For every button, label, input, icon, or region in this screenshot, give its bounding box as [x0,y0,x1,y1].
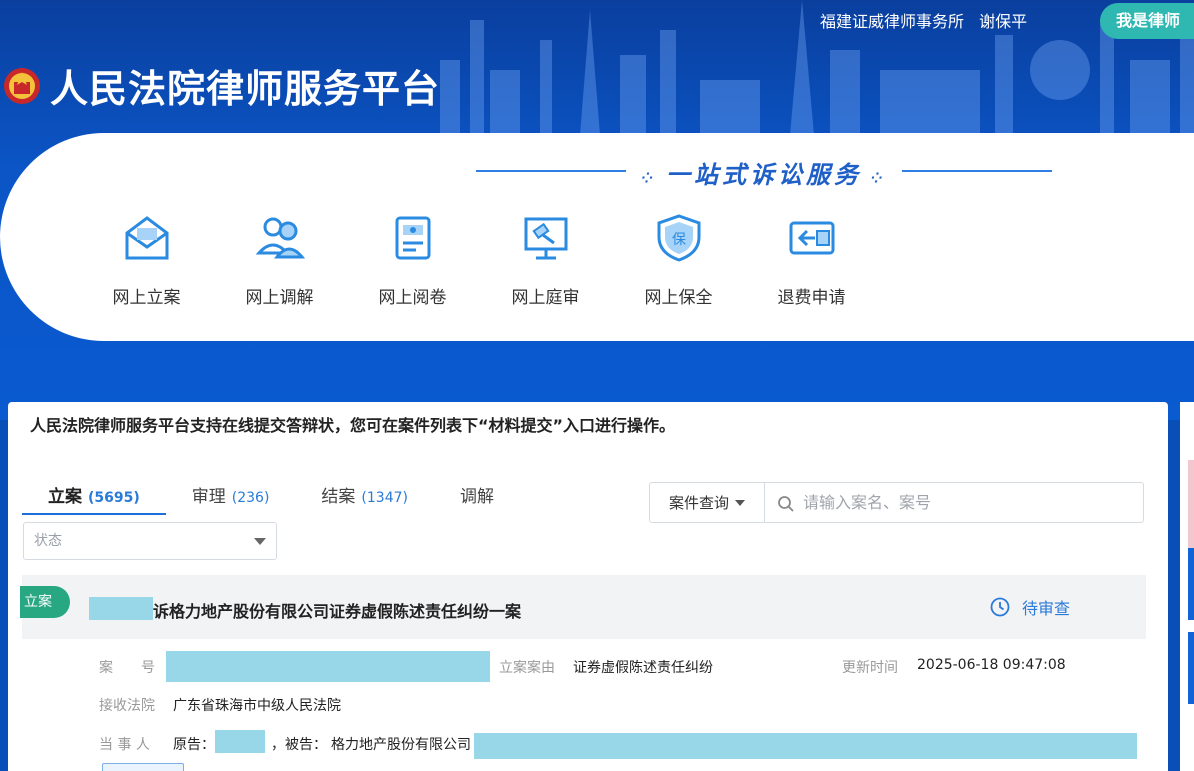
service-label: 网上阅卷 [378,288,447,308]
case-cause-label: 立案案由 [499,660,555,676]
redacted-defendants [474,733,1137,759]
tab-closed[interactable]: 结案 (1347) [295,482,434,512]
law-firm-name: 福建证威律师事务所 [820,12,965,31]
service-panel: ⁘ 一站式诉讼服务 ⁘ 网上立案 网上调解 网上阅卷 网上庭审 保 网上保全 退… [0,133,1194,341]
case-list-panel: 人民法院律师服务平台支持在线提交答辩状，您可在案件列表下“材料提交”入口进行操作… [8,402,1168,771]
service-online-file-review[interactable]: 网上阅卷 [346,213,479,308]
notice-text: 人民法院律师服务平台支持在线提交答辩状，您可在案件列表下“材料提交”入口进行操作… [30,416,676,435]
status-badge: 立案 [20,586,70,618]
tab-count: (5695) [88,490,140,506]
case-title[interactable]: 诉格力地产股份有限公司证券虚假陈述责任纠纷一案 [153,598,521,622]
service-online-filing[interactable]: 网上立案 [80,213,213,308]
case-review-status[interactable]: 待审查 [990,595,1070,619]
brand: 人民法院律师服务平台 [2,58,440,113]
page-title: 人民法院律师服务平台 [50,67,441,111]
service-online-preservation[interactable]: 保 网上保全 [612,213,745,308]
tab-label: 调解 [459,487,494,507]
case-status-label: 待审查 [1022,599,1071,618]
service-label: 网上调解 [245,288,314,308]
court-emblem-icon [4,67,40,104]
user-name[interactable]: 谢保平 [979,12,1027,31]
update-time-value: 2025-06-18 09:47:08 [917,657,1066,673]
search-type-label: 案件查询 [668,494,729,512]
defendant-prefix: ，被告： [271,737,327,753]
service-list: 网上立案 网上调解 网上阅卷 网上庭审 保 网上保全 退费申请 [80,213,878,308]
case-cause-value: 证券虚假陈述责任纠纷 [573,660,713,676]
status-filter-select[interactable]: 状态 [23,522,277,560]
side-widget[interactable] [1188,632,1194,704]
plaintiff-prefix: 原告： [173,737,215,753]
hero-banner: 福建证威律师事务所 谢保平 我是律师 人民法院律师服务平台 ⁘ 一站式诉讼服务 … [0,0,1194,420]
case-number-label: 案 号 [99,660,155,676]
svg-text:保: 保 [672,232,686,248]
search-icon [778,496,794,512]
tab-label: 立案 [48,487,82,507]
case-header: 立案 诉格力地产股份有限公司证券虚假陈述责任纠纷一案 待审查 [20,575,1146,639]
case-search: 案件查询 [649,482,1144,523]
court-label: 接收法院 [99,698,155,714]
service-refund-request[interactable]: 退费申请 [745,213,878,308]
service-label: 网上立案 [112,288,181,308]
tab-count: (236) [231,490,270,506]
service-label: 退费申请 [777,288,846,308]
gavel-screen-icon [524,217,567,260]
case-tabs: 立案 (5695) 审理 (236) 结案 (1347) 调解 [22,482,520,515]
search-input[interactable] [765,483,1143,522]
slogan: ⁘ 一站式诉讼服务 ⁘ [476,155,1052,189]
user-info: 福建证威律师事务所 谢保平 [820,8,1037,32]
redacted-plaintiff [215,730,265,753]
update-time-label: 更新时间 [842,660,898,676]
court-value: 广东省珠海市中级人民法院 [173,698,341,714]
tab-mediation[interactable]: 调解 [434,482,520,512]
city-skyline-decoration [440,0,1194,135]
service-label: 网上庭审 [511,288,580,308]
chevron-down-icon [254,538,266,545]
service-online-mediation[interactable]: 网上调解 [213,213,346,308]
case-card[interactable]: 立案 诉格力地产股份有限公司证券虚假陈述责任纠纷一案 待审查 案 号 立案案由 … [20,575,1146,771]
tab-label: 结案 [321,487,356,507]
parties-label: 当 事 人 [99,737,150,753]
status-filter-placeholder: 状态 [34,533,62,549]
people-icon [255,217,305,259]
slogan-text: ⁘ 一站式诉讼服务 ⁘ [641,161,887,189]
tab-label: 审理 [191,487,226,507]
tab-filing[interactable]: 立案 (5695) [22,482,166,515]
case-action-button[interactable] [102,763,184,771]
redacted-case-number [166,651,490,682]
tab-count: (1347) [361,490,408,506]
defendant-value: 格力地产股份有限公司 [331,737,471,753]
refund-icon [789,221,834,255]
shield-icon: 保 [657,214,700,262]
lawyer-role-button[interactable]: 我是律师 [1100,3,1194,39]
side-widget[interactable] [1188,548,1194,620]
chevron-down-icon [735,499,745,506]
search-type-dropdown[interactable]: 案件查询 [650,483,765,522]
tab-trial[interactable]: 审理 (236) [166,482,296,512]
service-label: 网上保全 [644,288,713,308]
redacted-plaintiff-name [89,597,153,620]
clock-icon [990,597,1010,617]
envelope-icon [125,216,168,260]
document-view-icon [395,216,430,260]
service-online-hearing[interactable]: 网上庭审 [479,213,612,308]
